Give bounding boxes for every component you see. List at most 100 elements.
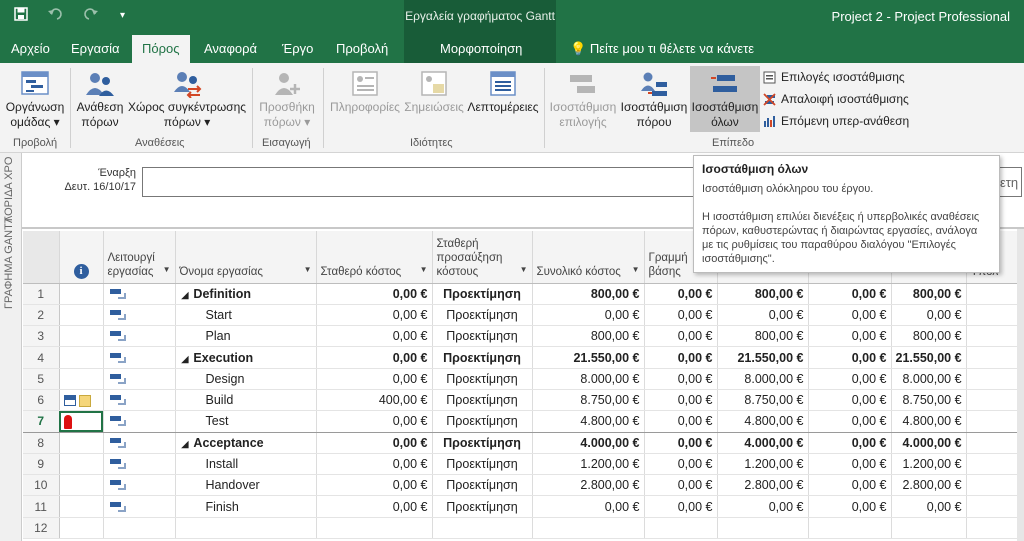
level-selection-button[interactable]: Ισοστάθμιση επιλογής — [548, 66, 618, 130]
column-header-fixed-cost-accrual[interactable]: Σταθερή προσαύξηση κόστους ▼ — [432, 231, 533, 284]
remaining-cell[interactable] — [966, 368, 1019, 390]
add-resources-button[interactable]: Προσθήκη πόρων ▾ — [256, 66, 318, 130]
remaining-cell[interactable] — [966, 389, 1019, 412]
clear-leveling-button[interactable]: Απαλοιφή ισοστάθμισης — [763, 92, 909, 106]
leveling-options-button[interactable]: Επιλογές ισοστάθμισης — [763, 70, 905, 84]
indicators-cell[interactable] — [59, 346, 104, 369]
accrual-cell[interactable]: Προεκτίμηση — [432, 453, 533, 476]
task-name-cell[interactable]: Handover — [175, 474, 317, 497]
table-row[interactable]: 5 Design 0,00 € Προεκτίμηση 8.000,00 €0,00 €… — [23, 368, 1019, 390]
row-number[interactable]: 9 — [23, 453, 60, 476]
row-number[interactable]: 10 — [23, 474, 60, 497]
accrual-cell[interactable]: Προεκτίμηση — [432, 325, 533, 348]
table-row[interactable]: 11 Finish 0,00 € Προεκτίμηση 0,00 €0,00 €0,0… — [23, 495, 1019, 518]
remaining-cell[interactable] — [966, 474, 1019, 497]
task-name-cell[interactable]: Build — [175, 389, 317, 412]
remaining-cell[interactable] — [966, 325, 1019, 348]
indicators-cell[interactable] — [59, 410, 104, 433]
accrual-cell[interactable]: Προεκτίμηση — [432, 346, 533, 369]
row-number[interactable]: 2 — [23, 304, 60, 327]
accrual-cell[interactable]: Προεκτίμηση — [432, 474, 533, 497]
table-row[interactable]: 12 — [23, 517, 1019, 540]
select-all-corner[interactable] — [23, 231, 60, 284]
row-number[interactable]: 4 — [23, 346, 60, 369]
cost-cell[interactable]: 0,00 € — [808, 346, 892, 369]
cost-cell[interactable]: 4.000,00 € — [717, 432, 809, 454]
total-cost-cell[interactable]: 0,00 € — [532, 495, 645, 518]
table-row[interactable]: 7 Test 0,00 € Προεκτίμηση 4.800,00 €0,00 €4.… — [23, 410, 1019, 433]
total-cost-cell[interactable]: 2.800,00 € — [532, 474, 645, 497]
total-cost-cell[interactable]: 4.000,00 € — [532, 432, 645, 454]
accrual-cell[interactable]: Προεκτίμηση — [432, 389, 533, 412]
cost-cell[interactable] — [891, 517, 967, 540]
tab-resource[interactable]: Πόρος — [132, 35, 190, 63]
fixed-cost-cell[interactable]: 0,00 € — [316, 346, 433, 369]
collapse-triangle-icon[interactable]: ◢ — [182, 354, 189, 364]
accrual-cell[interactable]: Προεκτίμηση — [432, 283, 533, 305]
tab-project[interactable]: Έργο — [282, 41, 313, 56]
cost-cell[interactable]: 800,00 € — [717, 325, 809, 348]
accrual-cell[interactable]: Προεκτίμηση — [432, 495, 533, 518]
total-cost-cell[interactable]: 8.000,00 € — [532, 368, 645, 390]
cost-cell[interactable]: 0,00 € — [717, 304, 809, 327]
tab-report[interactable]: Αναφορά — [204, 41, 257, 56]
cost-cell[interactable]: 0,00 € — [808, 283, 892, 305]
indicators-cell[interactable] — [59, 453, 104, 476]
column-header-total-cost[interactable]: Συνολικό κόστος ▼ — [532, 231, 645, 284]
cost-cell[interactable]: 8.000,00 € — [891, 368, 967, 390]
column-header-fixed-cost[interactable]: Σταθερό κόστος ▼ — [316, 231, 433, 284]
remaining-cell[interactable] — [966, 346, 1019, 369]
cost-cell[interactable]: 0,00 € — [808, 410, 892, 433]
baseline-cell[interactable]: 0,00 € — [644, 325, 718, 348]
table-row[interactable]: 9 Install 0,00 € Προεκτίμηση 1.200,00 €0,00 … — [23, 453, 1019, 476]
cost-cell[interactable]: 2.800,00 € — [717, 474, 809, 497]
collapse-triangle-icon[interactable]: ◢ — [182, 439, 189, 449]
cost-cell[interactable]: 0,00 € — [808, 453, 892, 476]
task-name-cell[interactable]: Design — [175, 368, 317, 390]
indicators-cell[interactable] — [59, 368, 104, 390]
level-all-button[interactable]: Ισοστάθμιση όλων — [690, 66, 760, 132]
fixed-cost-cell[interactable]: 0,00 € — [316, 495, 433, 518]
total-cost-cell[interactable]: 1.200,00 € — [532, 453, 645, 476]
cost-cell[interactable]: 8.750,00 € — [891, 389, 967, 412]
cost-cell[interactable]: 4.000,00 € — [891, 432, 967, 454]
task-name-cell[interactable]: Finish — [175, 495, 317, 518]
baseline-cell[interactable]: 0,00 € — [644, 432, 718, 454]
indicators-cell[interactable] — [59, 325, 104, 348]
cost-cell[interactable]: 0,00 € — [808, 368, 892, 390]
cost-cell[interactable]: 2.800,00 € — [891, 474, 967, 497]
accrual-cell[interactable]: Προεκτίμηση — [432, 304, 533, 327]
task-mode-cell[interactable] — [103, 389, 176, 412]
cost-cell[interactable] — [717, 517, 809, 540]
baseline-cell[interactable]: 0,00 € — [644, 495, 718, 518]
table-row[interactable]: 6 Build 400,00 € Προεκτίμηση 8.750,00 €0,00 … — [23, 389, 1019, 412]
task-name-cell[interactable]: ◢ Acceptance — [175, 432, 317, 454]
cost-cell[interactable]: 21.550,00 € — [717, 346, 809, 369]
task-mode-cell[interactable] — [103, 432, 176, 454]
baseline-cell[interactable]: 0,00 € — [644, 368, 718, 390]
remaining-cell[interactable] — [966, 283, 1019, 305]
task-mode-cell[interactable] — [103, 283, 176, 305]
task-name-cell[interactable]: ◢ Execution — [175, 346, 317, 369]
cost-cell[interactable]: 0,00 € — [808, 325, 892, 348]
cost-cell[interactable]: 800,00 € — [891, 325, 967, 348]
fixed-cost-cell[interactable]: 0,00 € — [316, 304, 433, 327]
cost-cell[interactable]: 0,00 € — [891, 495, 967, 518]
tab-format[interactable]: Μορφοποίηση — [440, 41, 522, 56]
row-number[interactable]: 12 — [23, 517, 60, 540]
indicators-cell[interactable] — [59, 304, 104, 327]
row-number[interactable]: 11 — [23, 495, 60, 518]
collapse-triangle-icon[interactable]: ◢ — [182, 290, 189, 300]
task-name-cell[interactable]: Start — [175, 304, 317, 327]
column-header-task-name[interactable]: Όνομα εργασίας ▼ — [175, 231, 317, 284]
tab-task[interactable]: Εργασία — [71, 41, 120, 56]
qat-customize-button[interactable]: ▾ — [120, 10, 125, 21]
task-mode-cell[interactable] — [103, 346, 176, 369]
total-cost-cell[interactable]: 800,00 € — [532, 325, 645, 348]
assign-resources-button[interactable]: Ανάθεση πόρων — [74, 66, 126, 130]
save-icon[interactable] — [14, 7, 28, 24]
baseline-cell[interactable] — [644, 517, 718, 540]
row-number[interactable]: 5 — [23, 368, 60, 390]
fixed-cost-cell[interactable]: 0,00 € — [316, 474, 433, 497]
task-mode-cell[interactable] — [103, 410, 176, 433]
